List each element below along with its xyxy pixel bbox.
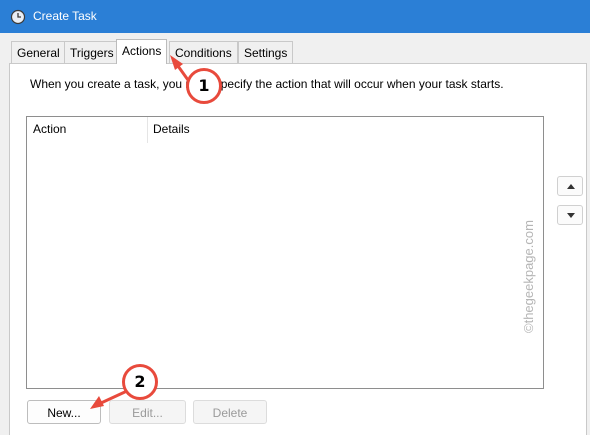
tab-actions[interactable]: Actions xyxy=(116,39,168,64)
callout-arrows xyxy=(90,55,190,409)
callout-badge-2: 2 xyxy=(122,364,158,400)
callout-badge-1: 1 xyxy=(186,68,222,104)
